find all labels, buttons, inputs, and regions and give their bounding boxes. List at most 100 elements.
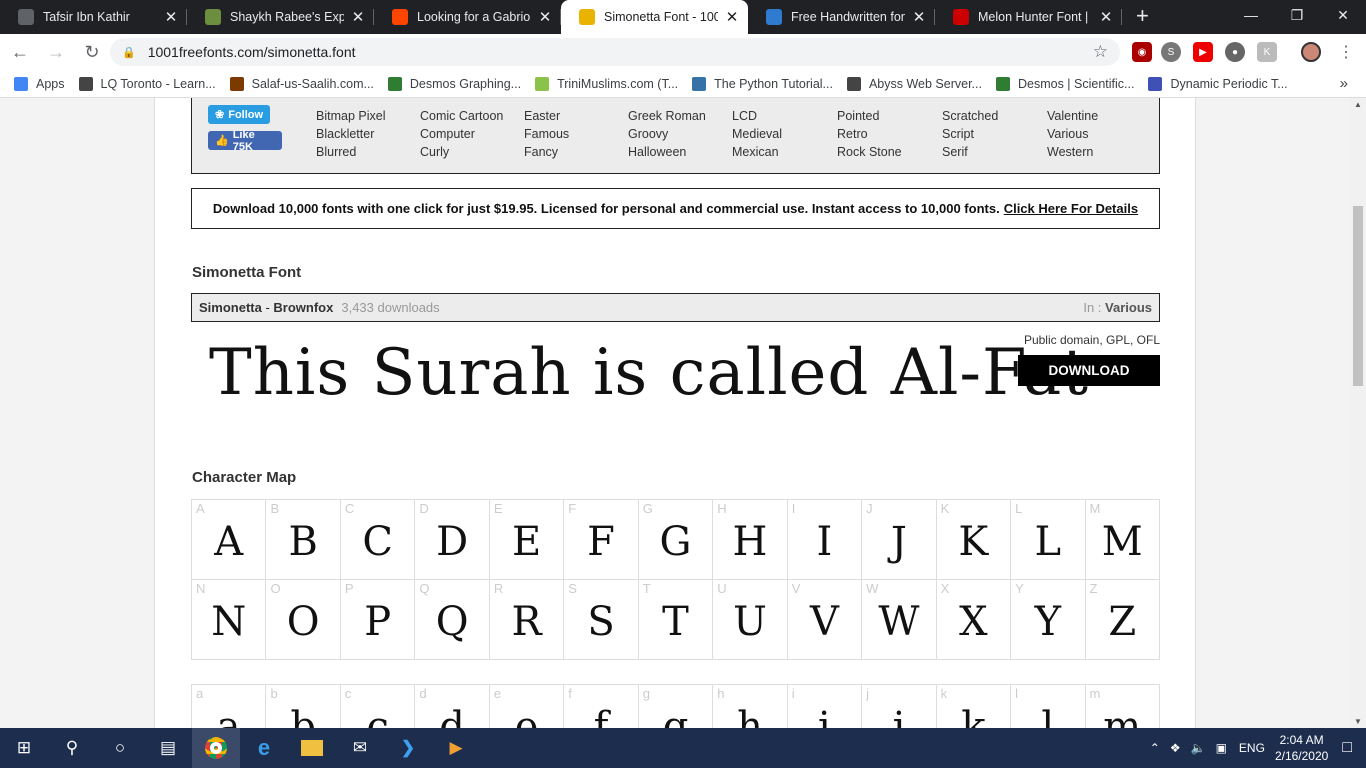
cortana-icon[interactable]: ○ xyxy=(96,728,144,768)
category-link[interactable]: Rock Stone xyxy=(837,143,902,161)
scroll-down-icon[interactable]: ▼ xyxy=(1350,717,1366,726)
scrollbar-thumb[interactable] xyxy=(1353,206,1363,386)
category-link[interactable]: Medieval xyxy=(732,125,782,143)
category-link[interactable]: Curly xyxy=(420,143,503,161)
bookmark-item[interactable]: TriniMuslims.com (T... xyxy=(535,76,678,91)
extension-k-icon[interactable]: K xyxy=(1257,42,1277,62)
glyph-cell: EE xyxy=(489,500,565,580)
chevron-up-icon[interactable]: ⌃ xyxy=(1150,741,1160,755)
clock[interactable]: 2:04 AM 2/16/2020 xyxy=(1275,732,1328,764)
windows-start-icon[interactable]: ⊞ xyxy=(0,728,48,768)
category-link[interactable]: Easter xyxy=(524,107,569,125)
vscode-icon[interactable]: ❯ xyxy=(384,728,432,768)
forward-icon[interactable]: → xyxy=(40,42,72,63)
category-link[interactable]: Various xyxy=(1105,300,1152,315)
category-link[interactable]: Fancy xyxy=(524,143,569,161)
extension-circles-icon[interactable]: ● xyxy=(1225,42,1245,62)
reload-icon[interactable]: ↻ xyxy=(76,42,108,63)
glyph-key: d xyxy=(419,686,427,701)
tab-close-icon[interactable]: ✕ xyxy=(1098,8,1114,26)
browser-tab[interactable]: Looking for a Gabriola f ✕ xyxy=(374,0,561,34)
tab-close-icon[interactable]: ✕ xyxy=(724,8,740,26)
new-tab-button[interactable]: + xyxy=(1122,0,1163,34)
category-link[interactable]: Blurred xyxy=(316,143,385,161)
file-explorer-icon[interactable] xyxy=(288,728,336,768)
bookmark-star-icon[interactable]: ☆ xyxy=(1093,42,1108,62)
volume-icon[interactable]: 🔈 xyxy=(1191,741,1206,755)
tab-close-icon[interactable]: ✕ xyxy=(350,8,366,26)
glyph-sample: R xyxy=(511,598,542,645)
download-button[interactable]: DOWNLOAD xyxy=(1018,355,1160,386)
language-indicator[interactable]: ENG xyxy=(1239,741,1265,755)
glyph-key: W xyxy=(866,581,879,596)
browser-tab[interactable]: Melon Hunter Font | da ✕ xyxy=(935,0,1122,34)
tab-close-icon[interactable]: ✕ xyxy=(163,8,179,26)
bookmark-item[interactable]: LQ Toronto - Learn... xyxy=(78,76,216,91)
category-link[interactable]: Retro xyxy=(837,125,902,143)
maximize-icon[interactable]: ❐ xyxy=(1274,0,1320,30)
back-icon[interactable]: ← xyxy=(4,42,36,63)
extension-skype-icon[interactable]: S xyxy=(1161,42,1181,62)
profile-avatar[interactable] xyxy=(1301,42,1321,62)
bookmark-label: LQ Toronto - Learn... xyxy=(100,76,216,91)
category-link[interactable]: Bitmap Pixel xyxy=(316,107,385,125)
browser-tab[interactable]: Shaykh Rabee's Explana ✕ xyxy=(187,0,374,34)
font-name-link[interactable]: Simonetta xyxy=(199,300,262,315)
address-bar[interactable]: 🔒 1001freefonts.com/simonetta.font ☆ xyxy=(110,38,1120,66)
category-link[interactable]: Script xyxy=(942,125,998,143)
glyph-key: Z xyxy=(1089,581,1098,596)
scroll-up-icon[interactable]: ▲ xyxy=(1350,100,1366,109)
mail-icon[interactable]: ✉ xyxy=(336,728,384,768)
category-link[interactable]: Mexican xyxy=(732,143,782,161)
network-icon[interactable]: ▣ xyxy=(1216,741,1227,755)
bookmark-item[interactable]: Dynamic Periodic T... xyxy=(1148,76,1288,91)
glyph-sample: g xyxy=(662,703,689,729)
font-author-link[interactable]: Brownfox xyxy=(273,300,333,315)
glyph-sample: S xyxy=(587,598,615,645)
tab-close-icon[interactable]: ✕ xyxy=(911,8,927,26)
tab-close-icon[interactable]: ✕ xyxy=(537,8,553,26)
extension-youtube-icon[interactable]: ▶ xyxy=(1193,42,1213,62)
browser-tab[interactable]: Simonetta Font - 1001 F ✕ xyxy=(561,0,748,34)
category-link[interactable]: LCD xyxy=(732,107,782,125)
category-link[interactable]: Pointed xyxy=(837,107,902,125)
facebook-like-button[interactable]: 👍 Like 75K xyxy=(208,129,282,153)
category-link[interactable]: Greek Roman xyxy=(628,107,706,125)
browser-tab[interactable]: Free Handwritten fonts ✕ xyxy=(748,0,935,34)
category-link[interactable]: Western xyxy=(1047,143,1098,161)
category-link[interactable]: Valentine xyxy=(1047,107,1098,125)
task-view-icon[interactable]: ▤ xyxy=(144,728,192,768)
menu-kebab-icon[interactable]: ⋮ xyxy=(1338,42,1354,62)
bookmarks-overflow-button[interactable]: » xyxy=(1340,75,1348,92)
browser-tab[interactable]: Tafsir Ibn Kathir ✕ xyxy=(0,0,187,34)
category-link[interactable]: Computer xyxy=(420,125,503,143)
minimize-icon[interactable]: — xyxy=(1228,0,1274,30)
chrome-icon[interactable] xyxy=(192,728,240,768)
media-player-icon[interactable]: ▶ xyxy=(432,728,480,768)
dropbox-icon[interactable]: ❖ xyxy=(1170,741,1181,755)
category-link[interactable]: Various xyxy=(1047,125,1098,143)
category-link[interactable]: Halloween xyxy=(628,143,706,161)
promo-link[interactable]: Click Here For Details xyxy=(1004,201,1138,216)
bookmark-item[interactable]: Abyss Web Server... xyxy=(846,76,982,91)
category-link[interactable]: Groovy xyxy=(628,125,706,143)
category-link[interactable]: Blackletter xyxy=(316,125,385,143)
glyph-sample: k xyxy=(961,703,986,729)
bookmark-item[interactable]: Desmos | Scientific... xyxy=(995,76,1134,91)
category-link[interactable]: Scratched xyxy=(942,107,998,125)
edge-icon[interactable]: e xyxy=(240,728,288,768)
category-link[interactable]: Comic Cartoon xyxy=(420,107,503,125)
category-link[interactable]: Famous xyxy=(524,125,569,143)
twitter-follow-button[interactable]: ❀ Follow xyxy=(208,105,270,124)
bookmark-item[interactable]: Desmos Graphing... xyxy=(387,76,521,91)
category-link[interactable]: Serif xyxy=(942,143,998,161)
bookmark-item[interactable]: Apps xyxy=(14,76,65,91)
bookmark-item[interactable]: The Python Tutorial... xyxy=(692,76,833,91)
close-window-icon[interactable]: ✕ xyxy=(1320,0,1366,30)
vertical-scrollbar[interactable]: ▲ ▼ xyxy=(1350,98,1366,728)
extension-shield-icon[interactable]: ◉ xyxy=(1132,42,1152,62)
notification-icon[interactable]: □ xyxy=(1342,739,1352,757)
search-icon[interactable]: ⚲ xyxy=(48,728,96,768)
bookmark-item[interactable]: Salaf-us-Saalih.com... xyxy=(229,76,374,91)
glyph-cell: cc xyxy=(341,685,416,728)
